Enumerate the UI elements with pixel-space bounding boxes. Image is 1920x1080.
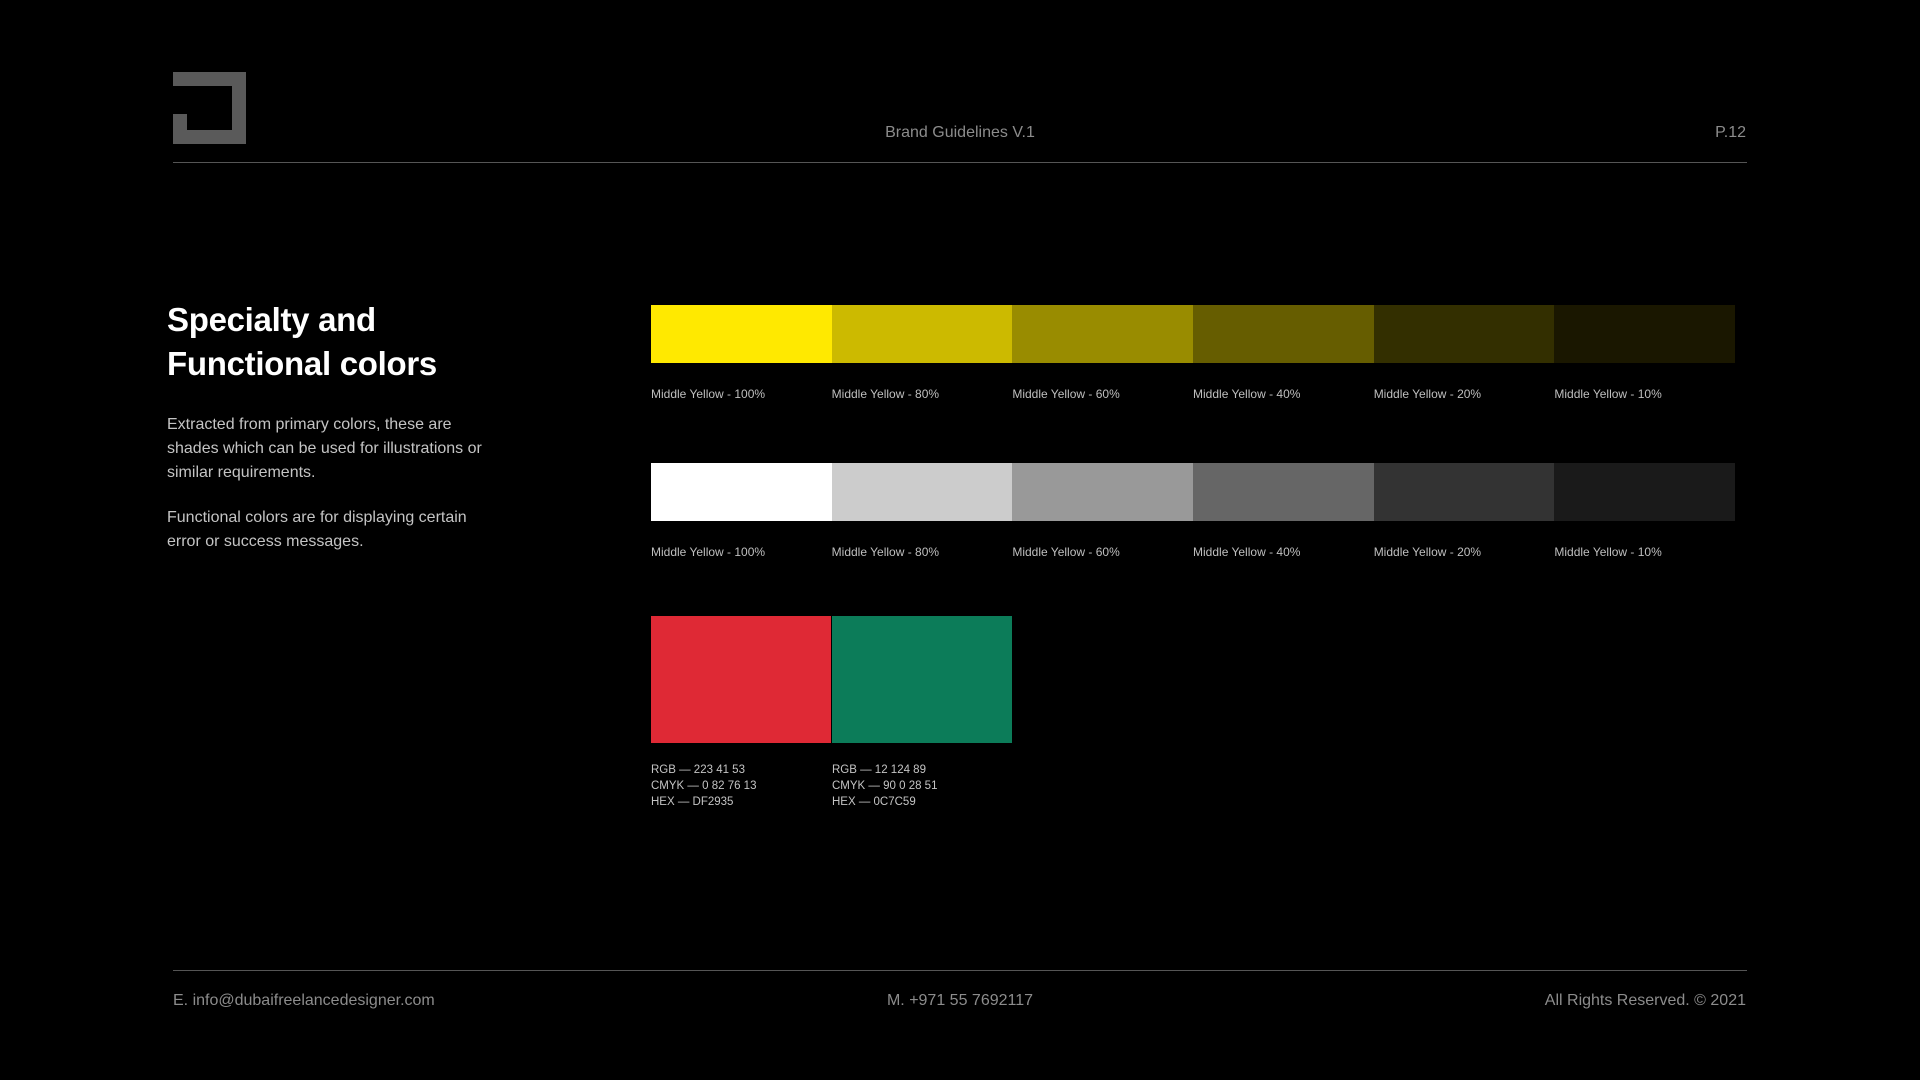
yellow-swatch-row: [651, 305, 1736, 363]
document-title: Brand Guidelines V.1: [885, 124, 1035, 141]
rgb-value: RGB — 12 124 89: [832, 764, 926, 776]
hex-value: HEX — 0C7C59: [832, 796, 916, 808]
intro-paragraph-1: Extracted from primary colors, these are…: [167, 416, 482, 481]
yellow-swatch-labels: Middle Yellow - 100% Middle Yellow - 80%…: [651, 387, 1735, 401]
swatch-label: Middle Yellow - 80%: [831, 387, 940, 401]
heading-line-2: Functional colors: [167, 345, 437, 382]
hex-value: HEX — DF2935: [651, 796, 734, 808]
footer-divider: [173, 970, 1747, 971]
swatch-label: Middle Yellow - 10%: [1554, 545, 1662, 559]
yellow-swatch: [1193, 305, 1374, 363]
swatch-label: Middle Yellow - 20%: [1373, 387, 1482, 401]
gray-swatch: [1373, 463, 1555, 521]
heading-line-1: Specialty and: [167, 301, 376, 338]
section-heading: Specialty and Functional colors: [167, 298, 587, 386]
gray-swatch-labels: Middle Yellow - 100% Middle Yellow - 80%…: [651, 545, 1735, 559]
cmyk-value: CMYK — 0 82 76 13: [651, 780, 757, 792]
swatch-label: Middle Yellow - 20%: [1373, 545, 1482, 559]
swatch-label: Middle Yellow - 100%: [651, 387, 766, 401]
success-color-swatch: [832, 616, 1012, 743]
error-color-values: RGB — 223 41 53 CMYK — 0 82 76 13 HEX — …: [651, 762, 756, 810]
cmyk-value: CMYK — 90 0 28 51: [832, 780, 938, 792]
error-color-swatch: [651, 616, 831, 743]
swatch-label: Middle Yellow - 60%: [1012, 545, 1120, 559]
gray-swatch-row: [651, 463, 1736, 521]
gray-swatch: [831, 463, 1013, 521]
swatch-label: Middle Yellow - 10%: [1554, 387, 1662, 401]
swatch-label: Middle Yellow - 80%: [831, 545, 940, 559]
gray-swatch: [1012, 463, 1194, 521]
gray-swatch: [651, 463, 832, 521]
swatch-label: Middle Yellow - 100%: [651, 545, 766, 559]
rgb-value: RGB — 223 41 53: [651, 764, 745, 776]
header-divider: [173, 162, 1747, 163]
yellow-swatch: [1012, 305, 1194, 363]
gray-swatch: [1193, 463, 1374, 521]
footer-copyright: All Rights Reserved. © 2021: [1544, 992, 1746, 1009]
swatch-label: Middle Yellow - 40%: [1193, 387, 1301, 401]
success-color-values: RGB — 12 124 89 CMYK — 90 0 28 51 HEX — …: [832, 762, 937, 810]
gray-swatch: [1554, 463, 1736, 521]
intro-paragraph-2: Functional colors are for displaying cer…: [167, 509, 467, 550]
yellow-swatch: [1373, 305, 1555, 363]
page-number: P.12: [1715, 124, 1746, 141]
yellow-swatch: [1554, 305, 1736, 363]
yellow-swatch: [831, 305, 1013, 363]
swatch-label: Middle Yellow - 40%: [1193, 545, 1301, 559]
yellow-swatch: [651, 305, 832, 363]
swatch-label: Middle Yellow - 60%: [1012, 387, 1120, 401]
